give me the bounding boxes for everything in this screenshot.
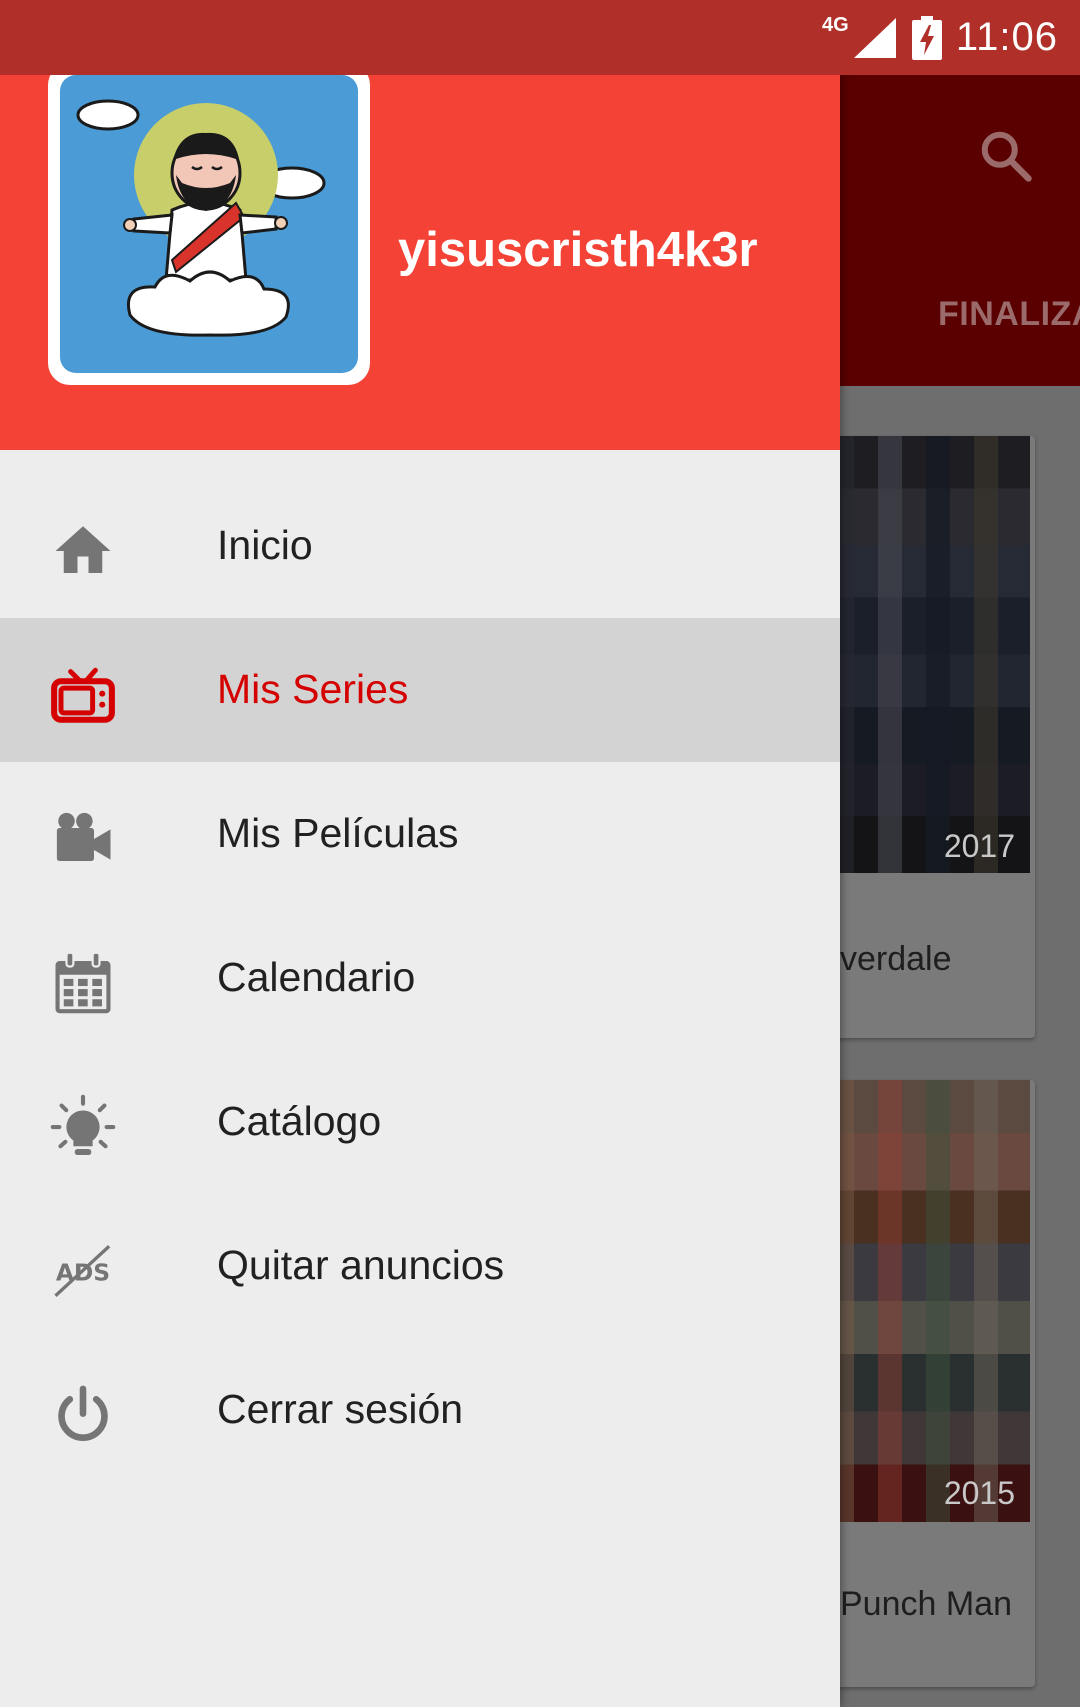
menu-item-label: Quitar anuncios: [217, 1242, 505, 1288]
series-year: 2017: [943, 828, 1015, 864]
status-bar: 4G 11:06: [0, 0, 1080, 75]
series-poster: [830, 436, 1030, 873]
lightbulb-icon: [50, 1094, 116, 1156]
menu-item-label: Mis Películas: [217, 810, 459, 856]
series-poster: [830, 1080, 1030, 1522]
menu-item-mis-peliculas[interactable]: Mis Películas: [0, 762, 840, 906]
signal-icon: [853, 17, 896, 58]
menu-item-label: Calendario: [217, 954, 416, 1000]
menu-item-catalogo[interactable]: Catálogo: [0, 1050, 840, 1194]
series-title: verdale: [840, 940, 952, 978]
menu-item-label: Mis Series: [217, 666, 409, 712]
tv-icon: [51, 667, 115, 723]
tab-finalizadas[interactable]: FINALIZA: [938, 295, 1080, 334]
navigation-drawer: yisuscristh4k3r Inicio Mis Series Mis Pe…: [0, 0, 840, 1707]
series-card[interactable]: 2017 verdale: [830, 436, 1035, 1038]
video-camera-icon: [56, 812, 111, 861]
avatar-image: [60, 75, 358, 373]
series-year: 2015: [943, 1475, 1015, 1511]
power-icon: [58, 1385, 108, 1441]
calendar-icon: [55, 951, 111, 1014]
network-type: 4G: [822, 14, 849, 36]
battery-charging-icon: [911, 15, 942, 60]
series-title: Punch Man: [840, 1585, 1012, 1623]
menu-item-mis-series[interactable]: Mis Series: [0, 618, 840, 762]
clock: 11:06: [955, 15, 1058, 59]
series-card[interactable]: 2015 Punch Man: [830, 1080, 1035, 1687]
search-icon[interactable]: [976, 126, 1036, 186]
remove-ads-icon: ADS: [54, 1245, 111, 1297]
avatar[interactable]: [48, 63, 370, 385]
avatar-illustration: [76, 99, 326, 337]
menu-item-label: Cerrar sesión: [217, 1386, 464, 1432]
username: yisuscristh4k3r: [398, 223, 758, 277]
home-icon: [55, 526, 111, 573]
menu-item-label: Catálogo: [217, 1098, 382, 1144]
menu-item-calendario[interactable]: Calendario: [0, 906, 840, 1050]
drawer-menu: Inicio Mis Series Mis Películas Calendar…: [0, 474, 840, 1482]
menu-item-quitar-anuncios[interactable]: ADS Quitar anuncios: [0, 1194, 840, 1338]
menu-item-inicio[interactable]: Inicio: [0, 474, 840, 618]
menu-item-cerrar-sesion[interactable]: Cerrar sesión: [0, 1338, 840, 1482]
menu-item-label: Inicio: [217, 522, 313, 568]
svg-text:ADS: ADS: [56, 1259, 110, 1287]
